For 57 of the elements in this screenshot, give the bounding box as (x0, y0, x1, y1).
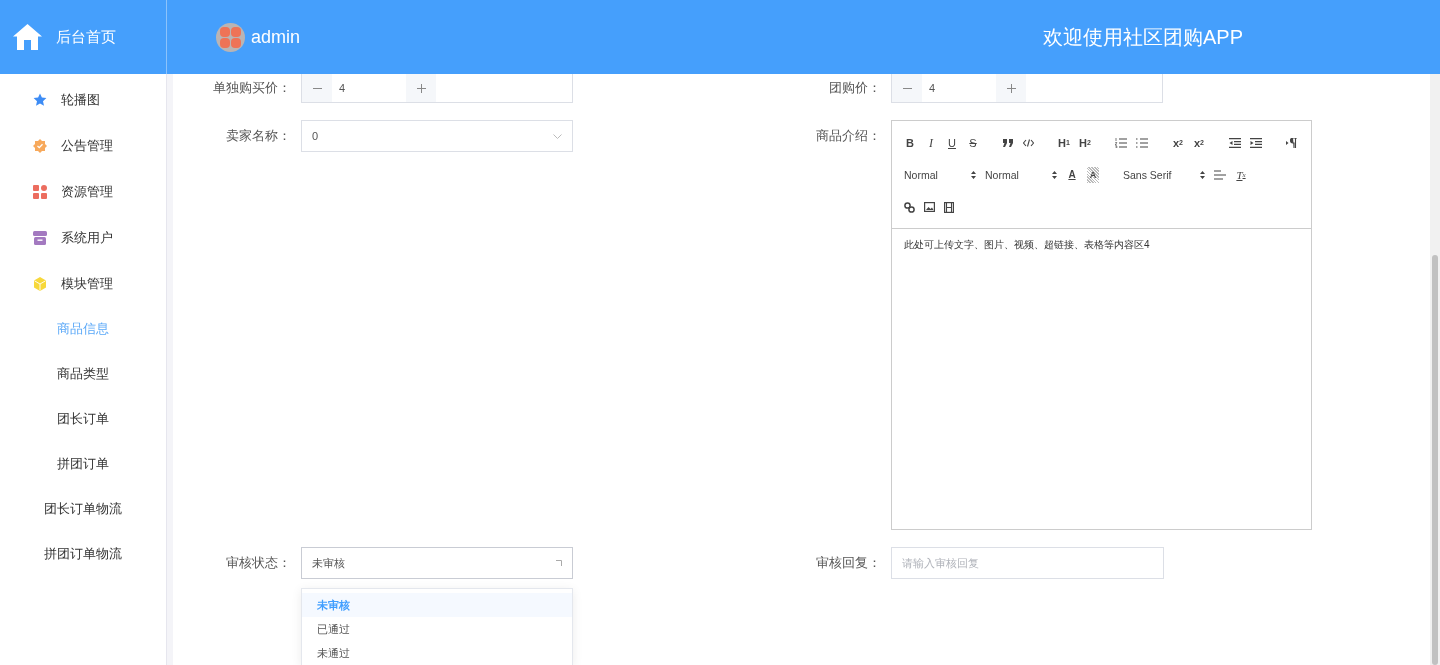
updown-icon (1200, 171, 1205, 179)
script-button[interactable]: x$^{2}$ (1193, 135, 1205, 151)
field-label: 商品介绍： (815, 128, 882, 145)
numbered-list-icon[interactable] (1115, 138, 1127, 148)
dropdown-picker[interactable]: Normal (904, 167, 976, 183)
quote-icon[interactable] (1003, 139, 1014, 147)
plus-icon (416, 83, 426, 93)
minus-icon (902, 87, 912, 89)
dropdown-picker[interactable]: Normal (985, 167, 1057, 183)
font-color-button[interactable]: A (1066, 167, 1078, 183)
sidebar-item[interactable]: 资源管理 (0, 169, 166, 215)
field-label: 卖家名称： (225, 128, 292, 145)
dropdown-picker[interactable]: Sans Serif (1123, 167, 1205, 183)
sidebar-subitem[interactable]: 拼团订单物流 (0, 532, 166, 577)
strikethrough-button[interactable]: S (967, 135, 979, 151)
updown-icon (1052, 171, 1057, 179)
dropdown-option[interactable]: 已通过 (302, 617, 572, 641)
plus-icon (1006, 83, 1016, 93)
number-value: 4 (928, 81, 937, 96)
background-color-button[interactable]: A (1087, 167, 1099, 183)
sidebar-item[interactable]: 公告管理 (0, 123, 166, 169)
sidebar-item[interactable]: 系统用户 (0, 215, 166, 261)
minus-icon (312, 87, 322, 89)
indent-icon[interactable] (1250, 138, 1262, 148)
status-select[interactable]: 未审核 (301, 547, 573, 579)
outdent-icon[interactable] (1229, 138, 1241, 148)
link-icon[interactable] (904, 201, 915, 213)
field-label: 审核回复： (815, 555, 882, 572)
sidebar-item[interactable]: 模块管理 (0, 261, 166, 307)
image-icon[interactable] (924, 202, 935, 212)
updown-icon (971, 171, 976, 179)
editor-text: 此处可上传文字、图片、视频、超链接、表格等内容区4 (903, 238, 1151, 252)
italic-button[interactable]: I (925, 135, 937, 151)
sidebar-subitem[interactable]: 团长订单物流 (0, 487, 166, 532)
caret-icon (556, 560, 562, 566)
sidebar-item[interactable]: 轮播图 (0, 77, 166, 123)
sidebar-subitem[interactable]: 拼团订单 (0, 442, 166, 487)
sidebar-subitem[interactable]: 团长订单 (0, 397, 166, 442)
dropdown-option[interactable]: 未通过 (302, 641, 572, 665)
reply-input[interactable]: 请输入审核回复 (891, 547, 1164, 579)
video-icon[interactable] (944, 201, 954, 213)
align-left-icon[interactable] (1214, 170, 1226, 180)
chevron-down-icon (553, 133, 562, 139)
field-label: 团购价： (828, 80, 882, 97)
number-value: 4 (338, 81, 347, 96)
bold-button[interactable]: B (904, 135, 916, 151)
field-label: 单独购买价： (212, 80, 292, 97)
sidebar-subitem[interactable]: 商品类型 (0, 352, 166, 397)
scrollbar-thumb[interactable] (1432, 255, 1438, 665)
field-label: 审核状态： (225, 555, 292, 572)
seller-select[interactable]: 0 (301, 120, 573, 152)
bullet-list-icon[interactable] (1136, 138, 1148, 148)
code-icon[interactable] (1023, 139, 1034, 147)
text-direction-icon[interactable] (1286, 138, 1297, 148)
underline-button[interactable]: U (946, 135, 958, 151)
home-icon[interactable] (13, 24, 42, 50)
app-title: 欢迎使用社区团购APP (1042, 24, 1243, 50)
